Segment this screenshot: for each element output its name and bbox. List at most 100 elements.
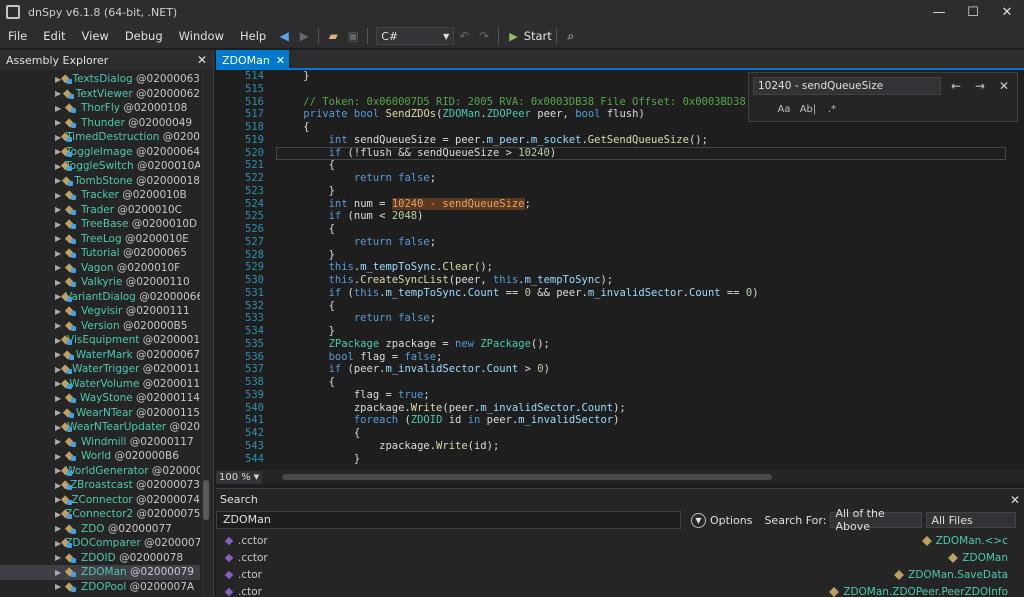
expand-arrow-icon[interactable]: ▶	[55, 263, 65, 272]
expand-arrow-icon[interactable]: ▶	[55, 524, 65, 533]
expand-arrow-icon[interactable]: ▶	[55, 321, 65, 330]
menu-view[interactable]: View	[74, 29, 117, 43]
save-all-icon[interactable]: ▣	[343, 26, 363, 46]
tree-item[interactable]: ▶ WaterVolume @0200011	[0, 377, 200, 392]
redo-icon[interactable]: ↷	[474, 26, 494, 46]
expand-arrow-icon[interactable]: ▶	[55, 89, 63, 98]
expand-arrow-icon[interactable]: ▶	[55, 220, 65, 229]
search-result-row[interactable]: .ctor ZDOMan.SaveData	[216, 566, 1024, 583]
find-input[interactable]: 10240 - sendQueueSize	[753, 77, 941, 95]
expand-arrow-icon[interactable]: ▶	[55, 350, 63, 359]
close-icon[interactable]: ✕	[276, 54, 285, 67]
tree-item[interactable]: ▶ WayStone @02000114	[0, 391, 200, 406]
tree-item[interactable]: ▶ Valkyrie @02000110	[0, 275, 200, 290]
editor-horizontal-scrollbar[interactable]	[276, 473, 1016, 481]
search-result-row[interactable]: .cctor ZDOMan.<>c	[216, 532, 1024, 549]
tree-item[interactable]: ▶ WaterMark @02000067	[0, 348, 200, 363]
options-toggle[interactable]: ▼ Options	[691, 512, 752, 528]
expand-arrow-icon[interactable]: ▶	[55, 307, 65, 316]
expand-arrow-icon[interactable]: ▶	[55, 394, 65, 403]
tree-item[interactable]: ▶ ThorFly @02000108	[0, 101, 200, 116]
tree-item[interactable]: ▶ Tutorial @02000065	[0, 246, 200, 261]
forward-arrow-icon[interactable]: ▶	[294, 26, 314, 46]
undo-icon[interactable]: ↶	[454, 26, 474, 46]
tree-item[interactable]: ▶ ZConnector @02000074	[0, 493, 200, 508]
menu-window[interactable]: Window	[171, 29, 232, 43]
menu-debug[interactable]: Debug	[117, 29, 171, 43]
start-button[interactable]: ▶ Start	[509, 29, 552, 43]
close-icon[interactable]: ✕	[1010, 493, 1020, 507]
search-scope-select[interactable]: All Files	[926, 512, 1017, 528]
tree-item[interactable]: ▶ TextsDialog @02000063	[0, 72, 200, 87]
language-select[interactable]: C# ▼	[376, 27, 455, 45]
tree-item[interactable]: ▶ TombStone @02000018	[0, 174, 200, 189]
tree-item[interactable]: ▶ Tracker @0200010B	[0, 188, 200, 203]
close-button[interactable]: ✕	[990, 0, 1024, 24]
tree-item[interactable]: ▶ WearNTear @02000115	[0, 406, 200, 421]
minimize-button[interactable]: —	[922, 0, 956, 24]
tree-scrollbar[interactable]	[201, 72, 211, 597]
tab-zdoman[interactable]: ZDOMan ✕	[216, 50, 290, 70]
tree-item[interactable]: ▶ Windmill @02000117	[0, 435, 200, 450]
tree-item[interactable]: ▶ TreeBase @0200010D	[0, 217, 200, 232]
tree-item[interactable]: ▶ Thunder @02000049	[0, 116, 200, 131]
expand-arrow-icon[interactable]: ▶	[55, 205, 65, 214]
menu-edit[interactable]: Edit	[35, 29, 73, 43]
expand-arrow-icon[interactable]: ▶	[55, 234, 65, 243]
expand-arrow-icon[interactable]: ▶	[55, 191, 65, 200]
editor-horizontal-scrollbar-thumb[interactable]	[282, 474, 772, 480]
tree-item[interactable]: ▶ ZDOID @02000078	[0, 551, 200, 566]
tree-item[interactable]: ▶ Trader @0200010C	[0, 203, 200, 218]
tree-item[interactable]: ▶ Vagon @0200010F	[0, 261, 200, 276]
expand-arrow-icon[interactable]: ▶	[55, 118, 65, 127]
expand-arrow-icon[interactable]: ▶	[55, 510, 61, 519]
expand-arrow-icon[interactable]: ▶	[55, 437, 65, 446]
close-icon[interactable]: ✕	[995, 77, 1013, 95]
expand-arrow-icon[interactable]: ▶	[55, 176, 62, 185]
tree-item[interactable]: ▶ WorldGenerator @020000	[0, 464, 200, 479]
expand-arrow-icon[interactable]: ▶	[55, 408, 63, 417]
search-icon[interactable]: ⌕	[561, 26, 581, 46]
find-previous-icon[interactable]: ←	[947, 77, 965, 95]
expand-arrow-icon[interactable]: ▶	[55, 249, 65, 258]
open-folder-icon[interactable]: ▰	[323, 26, 343, 46]
tree-item[interactable]: ▶ ZDOMan @02000079	[0, 565, 200, 580]
expand-arrow-icon[interactable]: ▶	[55, 452, 65, 461]
close-icon[interactable]: ✕	[197, 53, 207, 67]
expand-arrow-icon[interactable]: ▶	[55, 568, 65, 577]
expand-arrow-icon[interactable]: ▶	[55, 278, 65, 287]
search-result-row[interactable]: .cctor ZDOMan	[216, 549, 1024, 566]
tree-item[interactable]: ▶ ZDOComparer @0200007	[0, 536, 200, 551]
regex-icon[interactable]: .*	[821, 100, 843, 118]
back-arrow-icon[interactable]: ◀	[274, 26, 294, 46]
tree-item[interactable]: ▶ ZDO @02000077	[0, 522, 200, 537]
tree-item[interactable]: ▶ TreeLog @0200010E	[0, 232, 200, 247]
zoom-select[interactable]: 100 % ▼	[216, 470, 262, 484]
expand-arrow-icon[interactable]: ▶	[55, 582, 65, 591]
tree-item[interactable]: ▶ ToggleSwitch @0200010A	[0, 159, 200, 174]
expand-arrow-icon[interactable]: ▶	[55, 539, 61, 548]
find-next-icon[interactable]: →	[971, 77, 989, 95]
tree-item[interactable]: ▶ ZDOPool @0200007A	[0, 580, 200, 595]
expand-arrow-icon[interactable]: ▶	[55, 104, 65, 113]
tree-item[interactable]: ▶ WearNTearUpdater @020	[0, 420, 200, 435]
tree-item[interactable]: ▶ ToggleImage @02000064	[0, 145, 200, 160]
expand-arrow-icon[interactable]: ▶	[55, 553, 65, 562]
tree-item[interactable]: ▶ Version @020000B5	[0, 319, 200, 334]
tree-item[interactable]: ▶ TextViewer @02000062	[0, 87, 200, 102]
tree-item[interactable]: ▶ VisEquipment @0200001	[0, 333, 200, 348]
tree-item[interactable]: ▶ TimedDestruction @0200	[0, 130, 200, 145]
menu-file[interactable]: File	[0, 29, 35, 43]
tree-item[interactable]: ▶ ZBroastcast @02000073	[0, 478, 200, 493]
maximize-button[interactable]: ☐	[956, 0, 990, 24]
search-for-select[interactable]: All of the Above	[830, 507, 923, 533]
tree-item[interactable]: ▶ Vegvisir @02000111	[0, 304, 200, 319]
expand-arrow-icon[interactable]: ▶	[55, 162, 61, 171]
match-whole-word-icon[interactable]: Ab|	[797, 100, 819, 118]
code-editor[interactable]: 514 515 516 517 518 519 520 521 522 523 524 525 526 5…	[216, 70, 1024, 470]
tree-item[interactable]: ▶ World @020000B6	[0, 449, 200, 464]
menu-help[interactable]: Help	[232, 29, 274, 43]
tree-item[interactable]: ▶ VariantDialog @02000066	[0, 290, 200, 305]
match-case-icon[interactable]: Aa	[773, 100, 795, 118]
search-result-row[interactable]: .ctor ZDOMan.ZDOPeer.PeerZDOInfo	[216, 583, 1024, 597]
